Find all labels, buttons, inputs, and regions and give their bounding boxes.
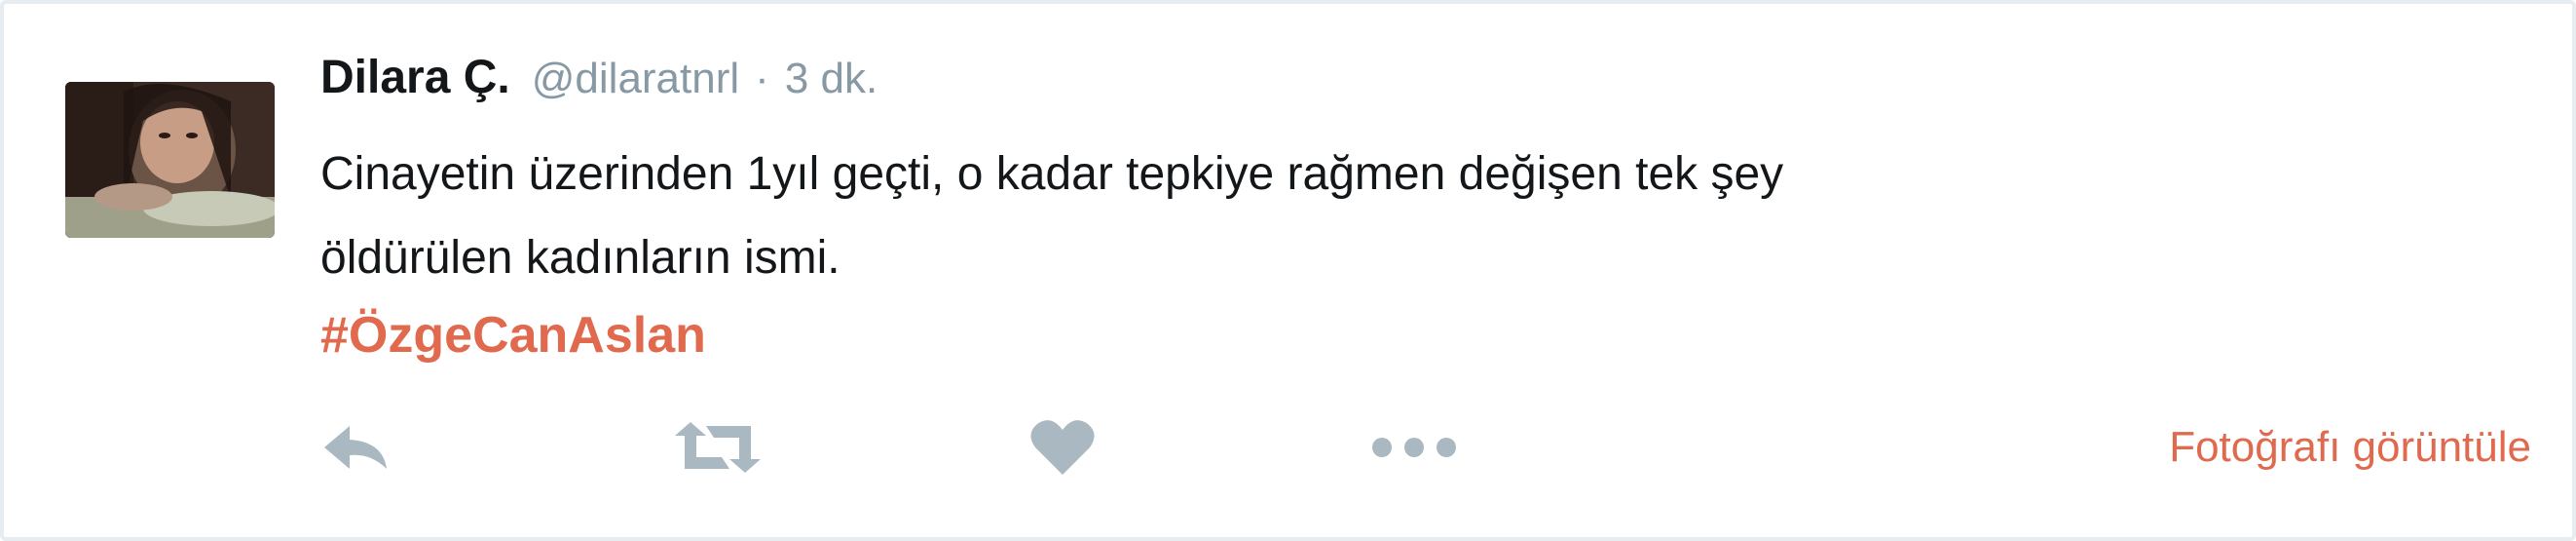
timestamp[interactable]: 3 dk.	[785, 55, 877, 103]
like-button[interactable]	[1029, 413, 1096, 482]
tweet-text-line: öldürülen kadınların ismi.	[320, 232, 840, 284]
tweet-header: Dilara Ç. @dilaratnrl · 3 dk.	[320, 51, 2463, 119]
tweet-content: Dilara Ç. @dilaratnrl · 3 dk. Cinayetin …	[320, 51, 2463, 367]
avatar-image	[65, 82, 275, 238]
tweet-text: Cinayetin üzerinden 1yıl geçti, o kadar …	[320, 133, 2463, 300]
more-icon	[1372, 438, 1456, 457]
tweet-text-line: Cinayetin üzerinden 1yıl geçti, o kadar …	[320, 148, 1784, 200]
hashtag-link[interactable]: #ÖzgeCanAslan	[320, 304, 2463, 367]
view-photo-link[interactable]: Fotoğrafı görüntüle	[2169, 413, 2531, 482]
retweet-icon	[675, 422, 761, 473]
more-button[interactable]	[1370, 413, 1458, 482]
tweet-actions: Fotoğrafı görüntüle	[320, 413, 2531, 482]
author-handle[interactable]: @dilaratnrl	[532, 55, 739, 103]
avatar[interactable]	[65, 82, 275, 238]
separator-dot: ·	[755, 55, 769, 102]
heart-icon	[1030, 420, 1095, 475]
tweet-card: Dilara Ç. @dilaratnrl · 3 dk. Cinayetin …	[0, 0, 2576, 541]
reply-icon	[324, 426, 387, 469]
retweet-button[interactable]	[671, 413, 765, 482]
author-name[interactable]: Dilara Ç.	[320, 51, 510, 104]
reply-button[interactable]	[320, 413, 391, 482]
